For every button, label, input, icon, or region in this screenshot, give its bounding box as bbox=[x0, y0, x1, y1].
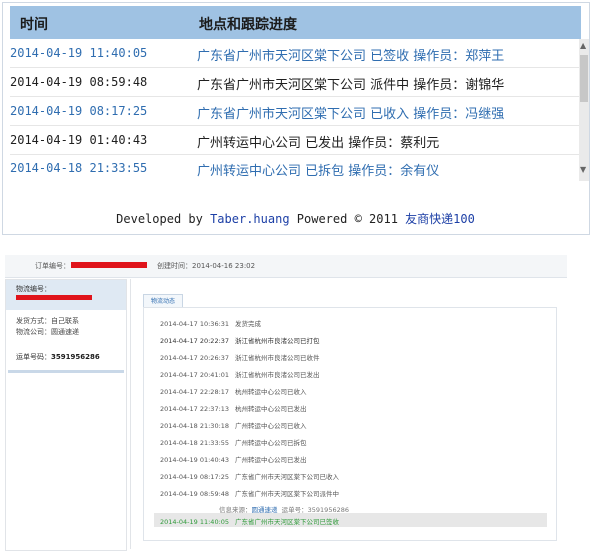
event-row: 2014-04-17 20:22:37 浙江省杭州市良渚公司已打包 bbox=[160, 335, 320, 345]
event-text: 广州转运中心公司已拆包 bbox=[235, 439, 307, 447]
event-text: 浙江省杭州市良渚公司已发出 bbox=[235, 371, 320, 379]
scroll-thumb[interactable] bbox=[580, 55, 588, 102]
event-time: 2014-04-17 20:26:37 bbox=[160, 354, 230, 362]
row-detail: 广州转运中心公司 已发出 操作员：蔡利元 bbox=[197, 136, 440, 151]
event-time: 2014-04-19 08:17:25 bbox=[160, 473, 230, 481]
event-time: 2014-04-19 08:59:48 bbox=[160, 490, 230, 498]
event-row: 2014-04-18 21:33:55 广州转运中心公司已拆包 bbox=[160, 437, 307, 447]
order-no-redaction bbox=[71, 262, 147, 268]
order-sidebar: 物流编号： 发货方式：自己联系 物流公司：圆通速递 运单号码：359195628… bbox=[5, 279, 127, 551]
event-row: 2014-04-17 22:37:13 杭州转运中心公司已发出 bbox=[160, 403, 307, 413]
order-panel: 订单编号： 创建时间：2014-04-16 23:02 物流编号： 发货方式：自… bbox=[0, 245, 591, 551]
tracking-row: 2014-04-19 01:40:43 广州转运中心公司 已发出 操作员：蔡利元 bbox=[10, 126, 581, 155]
tracking-row: 2014-04-19 08:59:48 广东省广州市天河区棠下公司 派件中 操作… bbox=[10, 68, 581, 97]
source-waybill-value: 3591956286 bbox=[307, 506, 349, 514]
tracking-row: 2014-04-18 21:33:55 广州转运中心公司 已拆包 操作员：余有仪 bbox=[10, 154, 581, 181]
event-time: 2014-04-17 10:36:31 bbox=[160, 320, 230, 328]
event-text: 发货完成 bbox=[235, 320, 261, 328]
source-waybill-label: 运单号： bbox=[281, 506, 308, 514]
footer-prefix: Developed by bbox=[116, 212, 211, 226]
event-text: 浙江省杭州市良渚公司已收件 bbox=[235, 354, 320, 362]
header-location: 地点和跟踪进度 bbox=[199, 17, 297, 33]
event-text: 广东省广州市天河区棠下公司派件中 bbox=[235, 490, 339, 498]
row-time: 2014-04-19 08:17:25 bbox=[10, 104, 148, 118]
event-time: 2014-04-18 21:33:55 bbox=[160, 439, 230, 447]
event-row: 2014-04-19 01:40:43 广州转运中心公司已发出 bbox=[160, 454, 307, 464]
scroll-down-icon[interactable]: ▼ bbox=[580, 165, 586, 174]
logistics-no-label: 物流编号： bbox=[16, 285, 51, 293]
event-text: 广州转运中心公司已发出 bbox=[235, 456, 307, 464]
order-topbar: 订单编号： 创建时间：2014-04-16 23:02 bbox=[5, 255, 567, 278]
event-time: 2014-04-17 20:22:37 bbox=[160, 337, 230, 345]
event-text: 广东省广州市天河区棠下公司已收入 bbox=[235, 473, 339, 481]
waybill-label: 运单号码： bbox=[16, 353, 51, 361]
event-text: 浙江省杭州市良渚公司已打包 bbox=[235, 337, 320, 345]
source-link[interactable]: 圆通速递 bbox=[252, 506, 278, 514]
logistics-company: 物流公司：圆通速递 bbox=[16, 328, 79, 336]
row-detail: 广州转运中心公司 已拆包 操作员：余有仪 bbox=[197, 164, 440, 179]
event-row: 2014-04-17 10:36:31 发货完成 bbox=[160, 318, 261, 328]
created-value: 2014-04-16 23:02 bbox=[192, 262, 256, 270]
tab-logistics[interactable]: 物流动态 bbox=[143, 294, 183, 308]
order-main: 物流动态 2014-04-17 10:36:31 发货完成 2014-04-17 … bbox=[130, 279, 568, 549]
tracking-footer: Developed by Taber.huang Powered © 2011 … bbox=[0, 210, 591, 227]
event-time: 2014-04-17 22:28:17 bbox=[160, 388, 230, 396]
header-time: 时间 bbox=[20, 17, 48, 33]
event-text: 广东省广州市天河区棠下公司已签收 bbox=[235, 518, 339, 526]
event-row: 2014-04-17 22:28:17 杭州转运中心公司已收入 bbox=[160, 386, 307, 396]
event-text: 广州转运中心公司已收入 bbox=[235, 422, 307, 430]
brand-link[interactable]: 友商快递100 bbox=[405, 212, 475, 226]
ship-method: 发货方式：自己联系 bbox=[16, 317, 79, 325]
row-detail: 广东省广州市天河区棠下公司 已收入 操作员：冯继强 bbox=[197, 107, 505, 122]
tracking-scrollbar[interactable]: ▲ ▼ bbox=[579, 39, 589, 181]
event-row: 2014-04-19 08:59:48 广东省广州市天河区棠下公司派件中 bbox=[160, 488, 339, 498]
tracking-row: 2014-04-19 11:40:05 广东省广州市天河区棠下公司 已签收 操作… bbox=[10, 39, 581, 68]
shipping-info: 发货方式：自己联系 物流公司：圆通速递 bbox=[16, 316, 79, 338]
tracking-row: 2014-04-19 08:17:25 广东省广州市天河区棠下公司 已收入 操作… bbox=[10, 97, 581, 126]
event-row-current: 2014-04-19 11:40:05 广东省广州市天河区棠下公司已签收 bbox=[160, 516, 339, 526]
logistics-events: 2014-04-17 10:36:31 发货完成 2014-04-17 20:22… bbox=[143, 307, 557, 541]
logistics-no-box: 物流编号： bbox=[6, 280, 126, 310]
waybill-number: 运单号码：3591956286 bbox=[16, 352, 100, 362]
event-row: 2014-04-17 20:26:37 浙江省杭州市良渚公司已收件 bbox=[160, 352, 320, 362]
row-detail: 广东省广州市天河区棠下公司 派件中 操作员：谢锦华 bbox=[197, 78, 505, 93]
sidebar-divider bbox=[8, 370, 124, 373]
event-time: 2014-04-17 20:41:01 bbox=[160, 371, 230, 379]
event-text: 杭州转运中心公司已发出 bbox=[235, 405, 307, 413]
row-detail: 广东省广州市天河区棠下公司 已签收 操作员：郑萍王 bbox=[197, 49, 505, 64]
scroll-up-icon[interactable]: ▲ bbox=[580, 41, 586, 50]
footer-powered: Powered © 2011 bbox=[289, 212, 406, 226]
row-time: 2014-04-19 11:40:05 bbox=[10, 46, 148, 60]
created-time: 创建时间：2014-04-16 23:02 bbox=[157, 261, 255, 271]
tracking-rows[interactable]: 2014-04-19 11:40:05 广东省广州市天河区棠下公司 已签收 操作… bbox=[10, 39, 581, 181]
row-time: 2014-04-18 21:33:55 bbox=[10, 161, 148, 175]
author-link[interactable]: Taber.huang bbox=[210, 212, 289, 226]
event-text: 杭州转运中心公司已收入 bbox=[235, 388, 307, 396]
event-time: 2014-04-17 22:37:13 bbox=[160, 405, 230, 413]
event-time: 2014-04-18 21:30:18 bbox=[160, 422, 230, 430]
event-time: 2014-04-19 01:40:43 bbox=[160, 456, 230, 464]
order-no-label: 订单编号： bbox=[35, 262, 70, 270]
source-label: 信息来源： bbox=[219, 506, 252, 514]
logistics-no-redaction bbox=[16, 295, 92, 300]
waybill-value: 3591956286 bbox=[51, 353, 100, 361]
tracking-panel: 时间 地点和跟踪进度 2014-04-19 11:40:05 广东省广州市天河区… bbox=[0, 0, 591, 237]
row-time: 2014-04-19 01:40:43 bbox=[10, 133, 148, 147]
tracking-header: 时间 地点和跟踪进度 bbox=[10, 6, 581, 39]
event-row: 2014-04-19 08:17:25 广东省广州市天河区棠下公司已收入 bbox=[160, 471, 339, 481]
row-time: 2014-04-19 08:59:48 bbox=[10, 75, 148, 89]
created-label: 创建时间： bbox=[157, 262, 192, 270]
info-source: 信息来源：圆通速递 运单号：3591956286 bbox=[219, 504, 349, 514]
event-time: 2014-04-19 11:40:05 bbox=[160, 518, 230, 526]
event-row: 2014-04-18 21:30:18 广州转运中心公司已收入 bbox=[160, 420, 307, 430]
event-row: 2014-04-17 20:41:01 浙江省杭州市良渚公司已发出 bbox=[160, 369, 320, 379]
